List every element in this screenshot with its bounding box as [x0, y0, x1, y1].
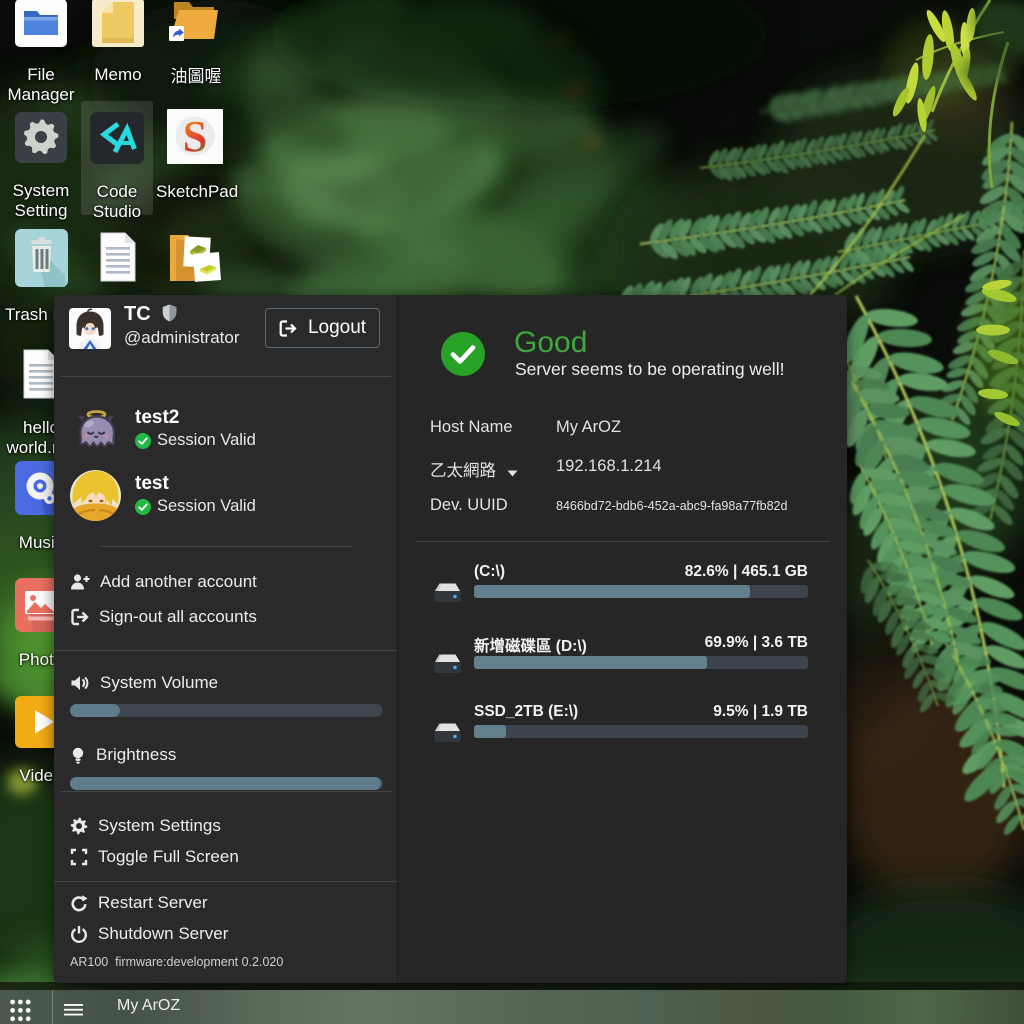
svg-text:S: S: [183, 112, 207, 161]
